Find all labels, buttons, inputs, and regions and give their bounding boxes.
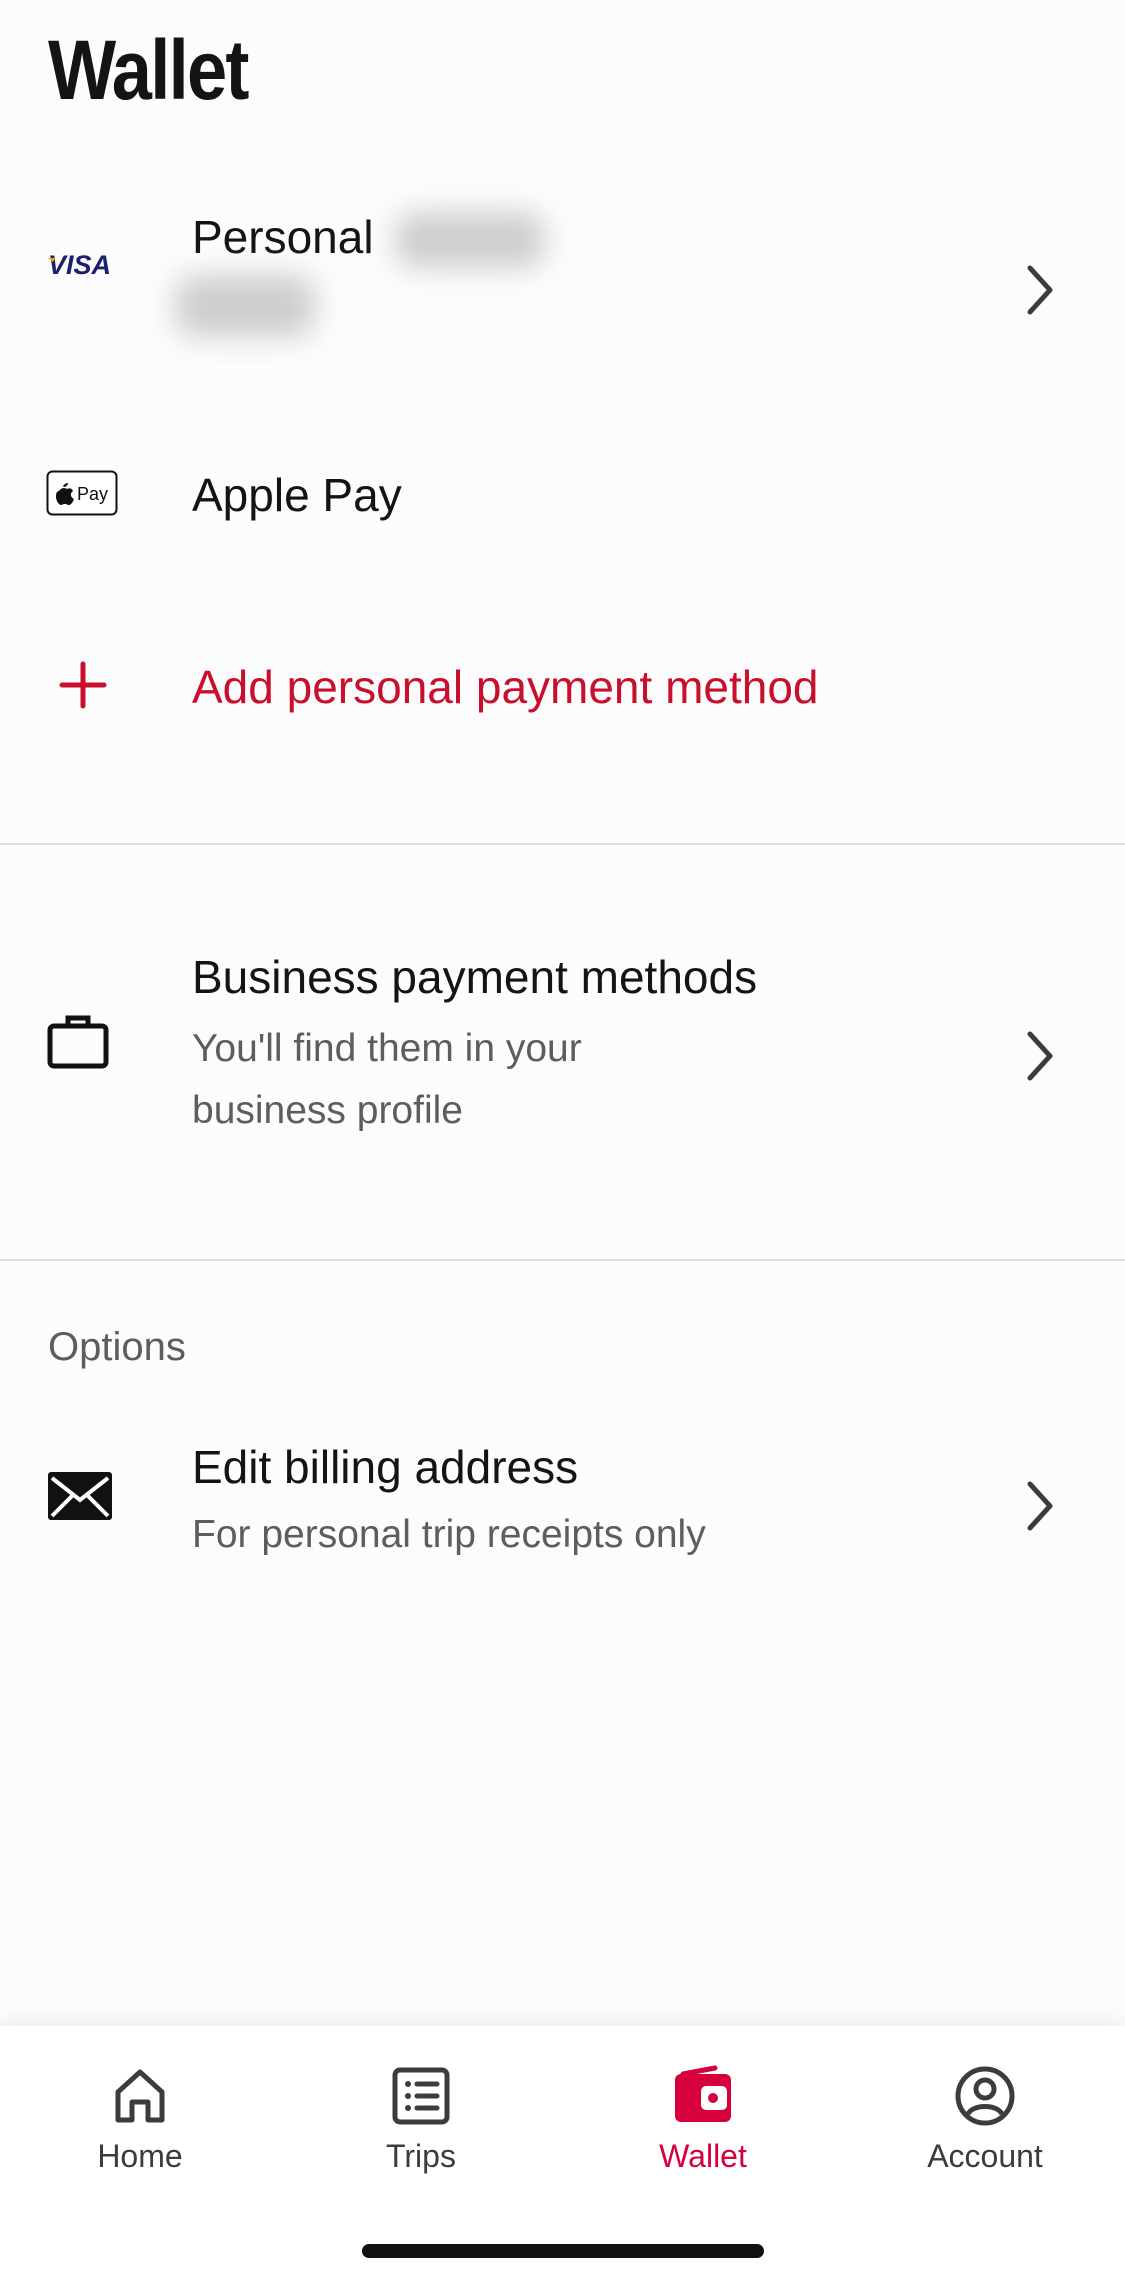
business-payment-methods-row[interactable]: Business payment methods You'll find the… (0, 930, 1125, 1160)
divider (0, 1259, 1125, 1261)
chevron-right-icon (1027, 1031, 1053, 1081)
envelope-icon (46, 1470, 114, 1522)
account-icon (955, 2066, 1015, 2126)
wallet-icon (675, 2065, 731, 2122)
payment-method-label: Apple Pay (192, 469, 402, 521)
divider (0, 843, 1125, 845)
nav-item-trips[interactable]: Trips (321, 2056, 521, 2196)
edit-billing-address-subtitle: For personal trip receipts only (192, 1513, 706, 1556)
svg-text:VISA: VISA (48, 250, 111, 280)
nav-item-home[interactable]: Home (40, 2056, 240, 2196)
apple-pay-logo: Pay (46, 470, 118, 516)
briefcase-icon (46, 1010, 110, 1070)
nav-label: Trips (386, 2138, 456, 2174)
chevron-right-icon (1027, 1481, 1053, 1531)
nav-label: Wallet (659, 2138, 747, 2174)
home-icon (115, 2069, 165, 2123)
redacted-card-number (395, 212, 545, 268)
payment-method-visa[interactable]: VISA Personal (0, 170, 1125, 400)
visa-logo: VISA (46, 250, 120, 280)
edit-billing-address-row[interactable]: Edit billing address For personal trip r… (0, 1420, 1125, 1580)
business-payment-methods-title: Business payment methods (192, 951, 758, 1003)
page-title: Wallet (48, 23, 249, 117)
home-indicator (362, 2244, 764, 2258)
nav-item-wallet[interactable]: Wallet (603, 2056, 803, 2196)
payment-method-label: Personal (192, 211, 374, 263)
nav-item-account[interactable]: Account (885, 2056, 1085, 2196)
nav-label: Account (927, 2138, 1043, 2174)
redacted-card-detail (175, 275, 315, 337)
edit-billing-address-title: Edit billing address (192, 1441, 579, 1493)
nav-label: Home (97, 2138, 183, 2174)
list-icon (392, 2067, 450, 2125)
options-section-label: Options (48, 1325, 186, 1369)
add-personal-payment-button[interactable]: Add personal payment method (0, 620, 1125, 750)
svg-text:Pay: Pay (77, 484, 108, 504)
add-personal-payment-label: Add personal payment method (192, 661, 819, 713)
business-payment-methods-subtitle: You'll find them in your business profil… (192, 1027, 582, 1132)
payment-method-apple-pay[interactable]: Pay Apple Pay (0, 430, 1125, 560)
chevron-right-icon (1027, 265, 1053, 315)
plus-icon (58, 660, 108, 710)
